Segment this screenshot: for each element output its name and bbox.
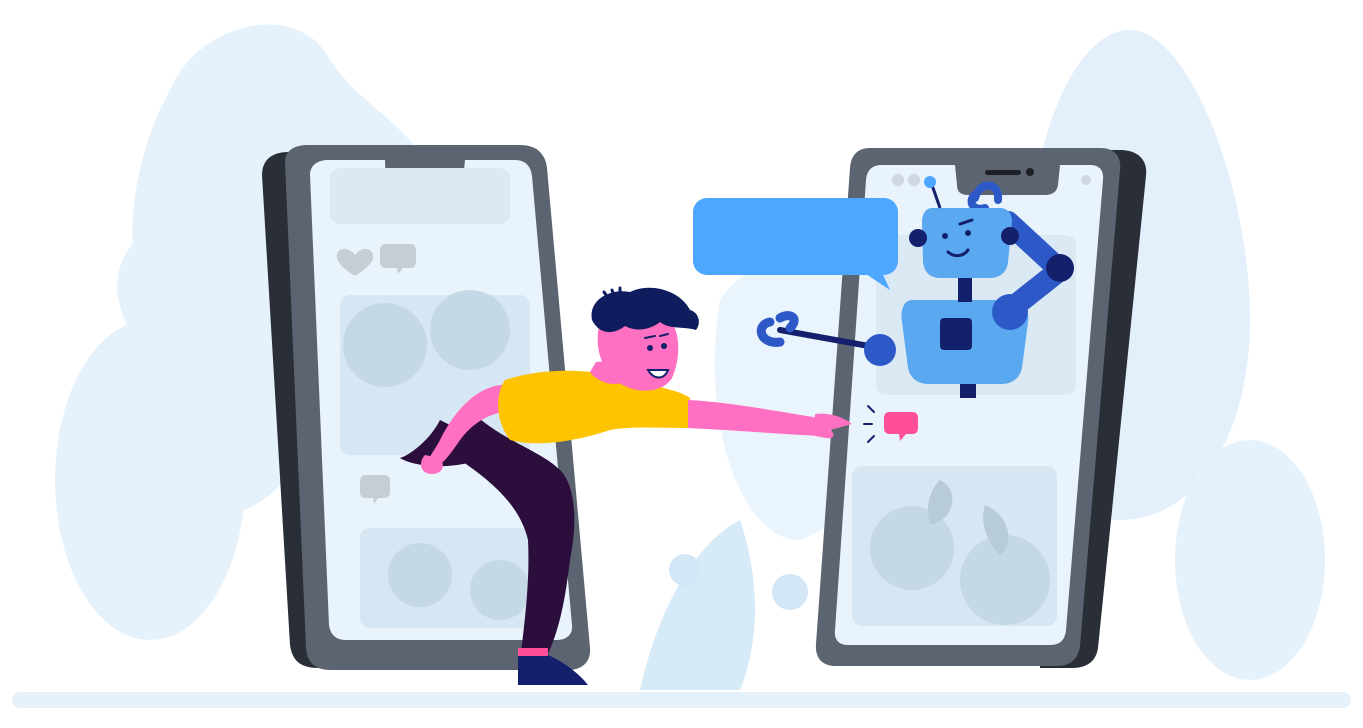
illustration-scene	[0, 0, 1363, 728]
speech-bubble-body	[693, 198, 898, 275]
robot-ear	[909, 229, 927, 247]
speaker-grille	[985, 170, 1021, 175]
illustration-canvas	[12, 24, 1351, 708]
flower-bulb	[772, 574, 808, 610]
flower-bulb	[669, 554, 701, 586]
person-shoe-accent	[518, 648, 548, 656]
robot-neck	[958, 276, 972, 302]
left-card-top	[330, 168, 510, 224]
robot-right-elbow	[1046, 254, 1074, 282]
robot-elbow-joint	[864, 334, 896, 366]
robot-waist	[960, 384, 976, 398]
robot-head	[922, 208, 1012, 278]
person-ear	[610, 342, 626, 358]
image-leaf	[430, 290, 510, 370]
right-phone-notch	[955, 165, 1060, 195]
robot-ear	[1001, 227, 1019, 245]
robot-chest-panel	[940, 318, 972, 350]
robot-eye	[965, 230, 971, 236]
image-leaf	[388, 543, 452, 607]
person-eye	[661, 343, 667, 349]
status-dot	[892, 174, 904, 186]
person-hair	[591, 287, 699, 333]
status-dot	[1081, 175, 1091, 185]
bush-left	[55, 320, 245, 640]
person-eye	[647, 345, 653, 351]
robot-antenna-tip	[924, 176, 936, 188]
sensor-dot	[1026, 168, 1034, 176]
bush-right	[1175, 440, 1325, 680]
background-foliage	[12, 24, 1351, 708]
plants-center	[640, 520, 755, 690]
robot-eye	[942, 233, 948, 239]
image-leaf	[470, 560, 530, 620]
status-dot	[908, 174, 920, 186]
image-leaf	[343, 303, 427, 387]
